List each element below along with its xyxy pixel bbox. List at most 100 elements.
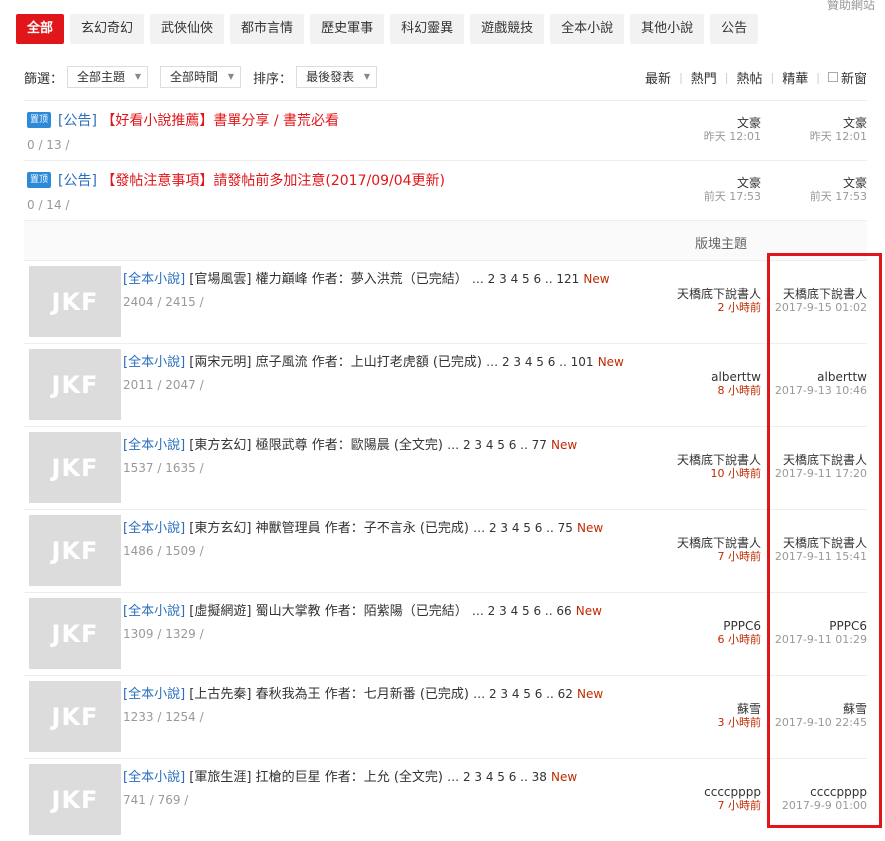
page-links[interactable]: … 2 3 4 5 6 .. 121	[472, 272, 579, 286]
last-post-time[interactable]: 前天 17:53	[767, 190, 867, 203]
tab-complete[interactable]: 全本小說	[550, 14, 625, 44]
thread-title-text[interactable]: [東方玄幻] 神獸管理員 作者：子不言永 (已完成)	[189, 521, 469, 536]
post-time: 2 小時前	[717, 301, 762, 314]
sticky-badge: 置顶	[27, 112, 52, 128]
last-poster[interactable]: 天橋底下說書人	[767, 536, 867, 550]
thread-thumbnail[interactable]: JKF	[29, 681, 121, 752]
post-time: 昨天 12:01	[703, 130, 761, 143]
last-post-time[interactable]: 2017-9-9 01:00	[767, 799, 867, 812]
thread-category[interactable]: [全本小說]	[123, 355, 185, 370]
thread-title-text[interactable]: [上古先秦] 春秋我為王 作者：七月新番 (已完成)	[189, 687, 469, 702]
tab-games[interactable]: 遊戲競技	[470, 14, 545, 44]
tab-urban[interactable]: 都市言情	[230, 14, 305, 44]
tab-scifi[interactable]: 科幻靈異	[390, 14, 465, 44]
thread-title[interactable]: [公告] 【發帖注意事項】請發帖前多加注意(2017/09/04更新)	[58, 170, 445, 190]
thread-title-text[interactable]: [東方玄幻] 極限武尊 作者：歐陽晨 (全文完)	[189, 438, 443, 453]
sort-latest[interactable]: 最新	[645, 68, 671, 87]
divider: |	[770, 70, 775, 84]
page-links[interactable]: … 2 3 4 5 6 .. 75	[473, 521, 573, 535]
thumbnail-logo-text: JKF	[51, 287, 99, 316]
sponsor-link[interactable]: 贊助網站	[827, 0, 875, 13]
new-badge: New	[577, 687, 604, 701]
thread-thumbnail[interactable]: JKF	[29, 432, 121, 503]
thread-category[interactable]: [全本小說]	[123, 687, 185, 702]
last-poster[interactable]: ccccpppp	[767, 785, 867, 799]
new-badge: New	[551, 438, 578, 452]
tab-announcement[interactable]: 公告	[710, 14, 759, 44]
thread-category[interactable]: [全本小說]	[123, 272, 185, 287]
thread-thumbnail[interactable]: JKF	[29, 598, 121, 669]
last-poster[interactable]: 天橋底下說書人	[767, 453, 867, 467]
author-name[interactable]: 天橋底下說書人	[641, 453, 761, 467]
thread-title-text[interactable]: [軍旅生涯] 扛槍的巨星 作者：上允 (全文完)	[189, 770, 443, 785]
page-links[interactable]: … 2 3 4 5 6 .. 101	[486, 355, 593, 369]
tab-history[interactable]: 歷史軍事	[310, 14, 385, 44]
tab-fantasy[interactable]: 玄幻奇幻	[70, 14, 145, 44]
reply-view-counts: 0 / 13 /	[27, 138, 70, 152]
last-poster[interactable]: alberttw	[767, 370, 867, 384]
last-post-time[interactable]: 2017-9-15 01:02	[767, 301, 867, 314]
order-select[interactable]: 最後發表 ▼	[296, 66, 378, 88]
author-name[interactable]: 文豪	[641, 116, 761, 130]
thread-category[interactable]: [全本小說]	[123, 770, 185, 785]
last-poster[interactable]: 文豪	[767, 116, 867, 130]
post-time: 8 小時前	[717, 384, 762, 397]
thread-category[interactable]: [公告]	[58, 173, 97, 189]
table-row: JKF [全本小說] [兩宋元明] 庶子風流 作者：上山打老虎額 (已完成) ……	[24, 343, 867, 426]
thumbnail-logo-text: JKF	[51, 785, 99, 814]
last-post-time[interactable]: 2017-9-11 17:20	[767, 467, 867, 480]
author-name[interactable]: 蘇雪	[641, 702, 761, 716]
author-name[interactable]: alberttw	[641, 370, 761, 384]
tab-wuxia[interactable]: 武俠仙俠	[150, 14, 225, 44]
last-poster[interactable]: PPPC6	[767, 619, 867, 633]
thread-title-text[interactable]: [虛擬網遊] 蜀山大掌教 作者：陌紫陽（已完結）	[189, 604, 467, 619]
thread-title-text[interactable]: 【發帖注意事項】請發帖前多加注意(2017/09/04更新)	[101, 173, 445, 189]
page-links[interactable]: … 2 3 4 5 6 .. 66	[472, 604, 572, 618]
thread-thumbnail[interactable]: JKF	[29, 515, 121, 586]
sort-popular[interactable]: 熱門	[691, 68, 717, 87]
category-tabs: 全部 玄幻奇幻 武俠仙俠 都市言情 歷史軍事 科幻靈異 遊戲競技 全本小說 其他…	[16, 14, 764, 44]
thread-category[interactable]: [全本小說]	[123, 438, 185, 453]
last-post-time[interactable]: 2017-9-13 10:46	[767, 384, 867, 397]
page-links[interactable]: … 2 3 4 5 6 .. 38	[447, 770, 547, 784]
thumbnail-logo-text: JKF	[51, 453, 99, 482]
author-name[interactable]: 文豪	[641, 176, 761, 190]
author-name[interactable]: 天橋底下說書人	[641, 536, 761, 550]
thread-thumbnail[interactable]: JKF	[29, 349, 121, 420]
sort-featured[interactable]: 精華	[782, 68, 808, 87]
thread-category[interactable]: [公告]	[58, 113, 97, 129]
topic-select[interactable]: 全部主題 ▼	[67, 66, 149, 88]
last-poster[interactable]: 蘇雪	[767, 702, 867, 716]
sort-hot[interactable]: 熱帖	[737, 68, 763, 87]
tab-all[interactable]: 全部	[16, 14, 65, 44]
thread-title[interactable]: [公告] 【好看小說推薦】書單分享 / 書荒必看	[58, 110, 339, 130]
thread-thumbnail[interactable]: JKF	[29, 764, 121, 835]
author-name[interactable]: PPPC6	[641, 619, 761, 633]
new-window-label: 新窗	[840, 71, 867, 87]
new-window-checkbox[interactable]	[827, 72, 838, 82]
last-post-time[interactable]: 2017-9-11 01:29	[767, 633, 867, 646]
author-name[interactable]: 天橋底下說書人	[641, 287, 761, 301]
table-row: JKF [全本小說] [上古先秦] 春秋我為王 作者：七月新番 (已完成) … …	[24, 675, 867, 758]
thread-title-text[interactable]: 【好看小說推薦】書單分享 / 書荒必看	[101, 113, 339, 129]
author-cell: alberttw 8 小時前	[641, 370, 761, 397]
thread-category[interactable]: [全本小說]	[123, 604, 185, 619]
last-poster[interactable]: 天橋底下說書人	[767, 287, 867, 301]
page-links[interactable]: … 2 3 4 5 6 .. 77	[447, 438, 547, 452]
last-post-cell: PPPC6 2017-9-11 01:29	[767, 619, 867, 646]
last-poster[interactable]: 文豪	[767, 176, 867, 190]
last-post-time[interactable]: 2017-9-11 15:41	[767, 550, 867, 563]
last-post-time[interactable]: 2017-9-10 22:45	[767, 716, 867, 729]
page-links[interactable]: … 2 3 4 5 6 .. 62	[473, 687, 573, 701]
last-post-cell: 文豪 昨天 12:01	[767, 116, 867, 143]
thread-title-text[interactable]: [兩宋元明] 庶子風流 作者：上山打老虎額 (已完成)	[189, 355, 482, 370]
last-post-cell: alberttw 2017-9-13 10:46	[767, 370, 867, 397]
table-row: JKF [全本小說] [軍旅生涯] 扛槍的巨星 作者：上允 (全文完) … 2 …	[24, 758, 867, 841]
thread-thumbnail[interactable]: JKF	[29, 266, 121, 337]
last-post-time[interactable]: 昨天 12:01	[767, 130, 867, 143]
author-name[interactable]: ccccpppp	[641, 785, 761, 799]
tab-other[interactable]: 其他小說	[630, 14, 705, 44]
thread-title-text[interactable]: [官場風雲] 權力巔峰 作者：夢入洪荒（已完結）	[189, 272, 467, 287]
thread-category[interactable]: [全本小說]	[123, 521, 185, 536]
time-select[interactable]: 全部時間 ▼	[160, 66, 242, 88]
